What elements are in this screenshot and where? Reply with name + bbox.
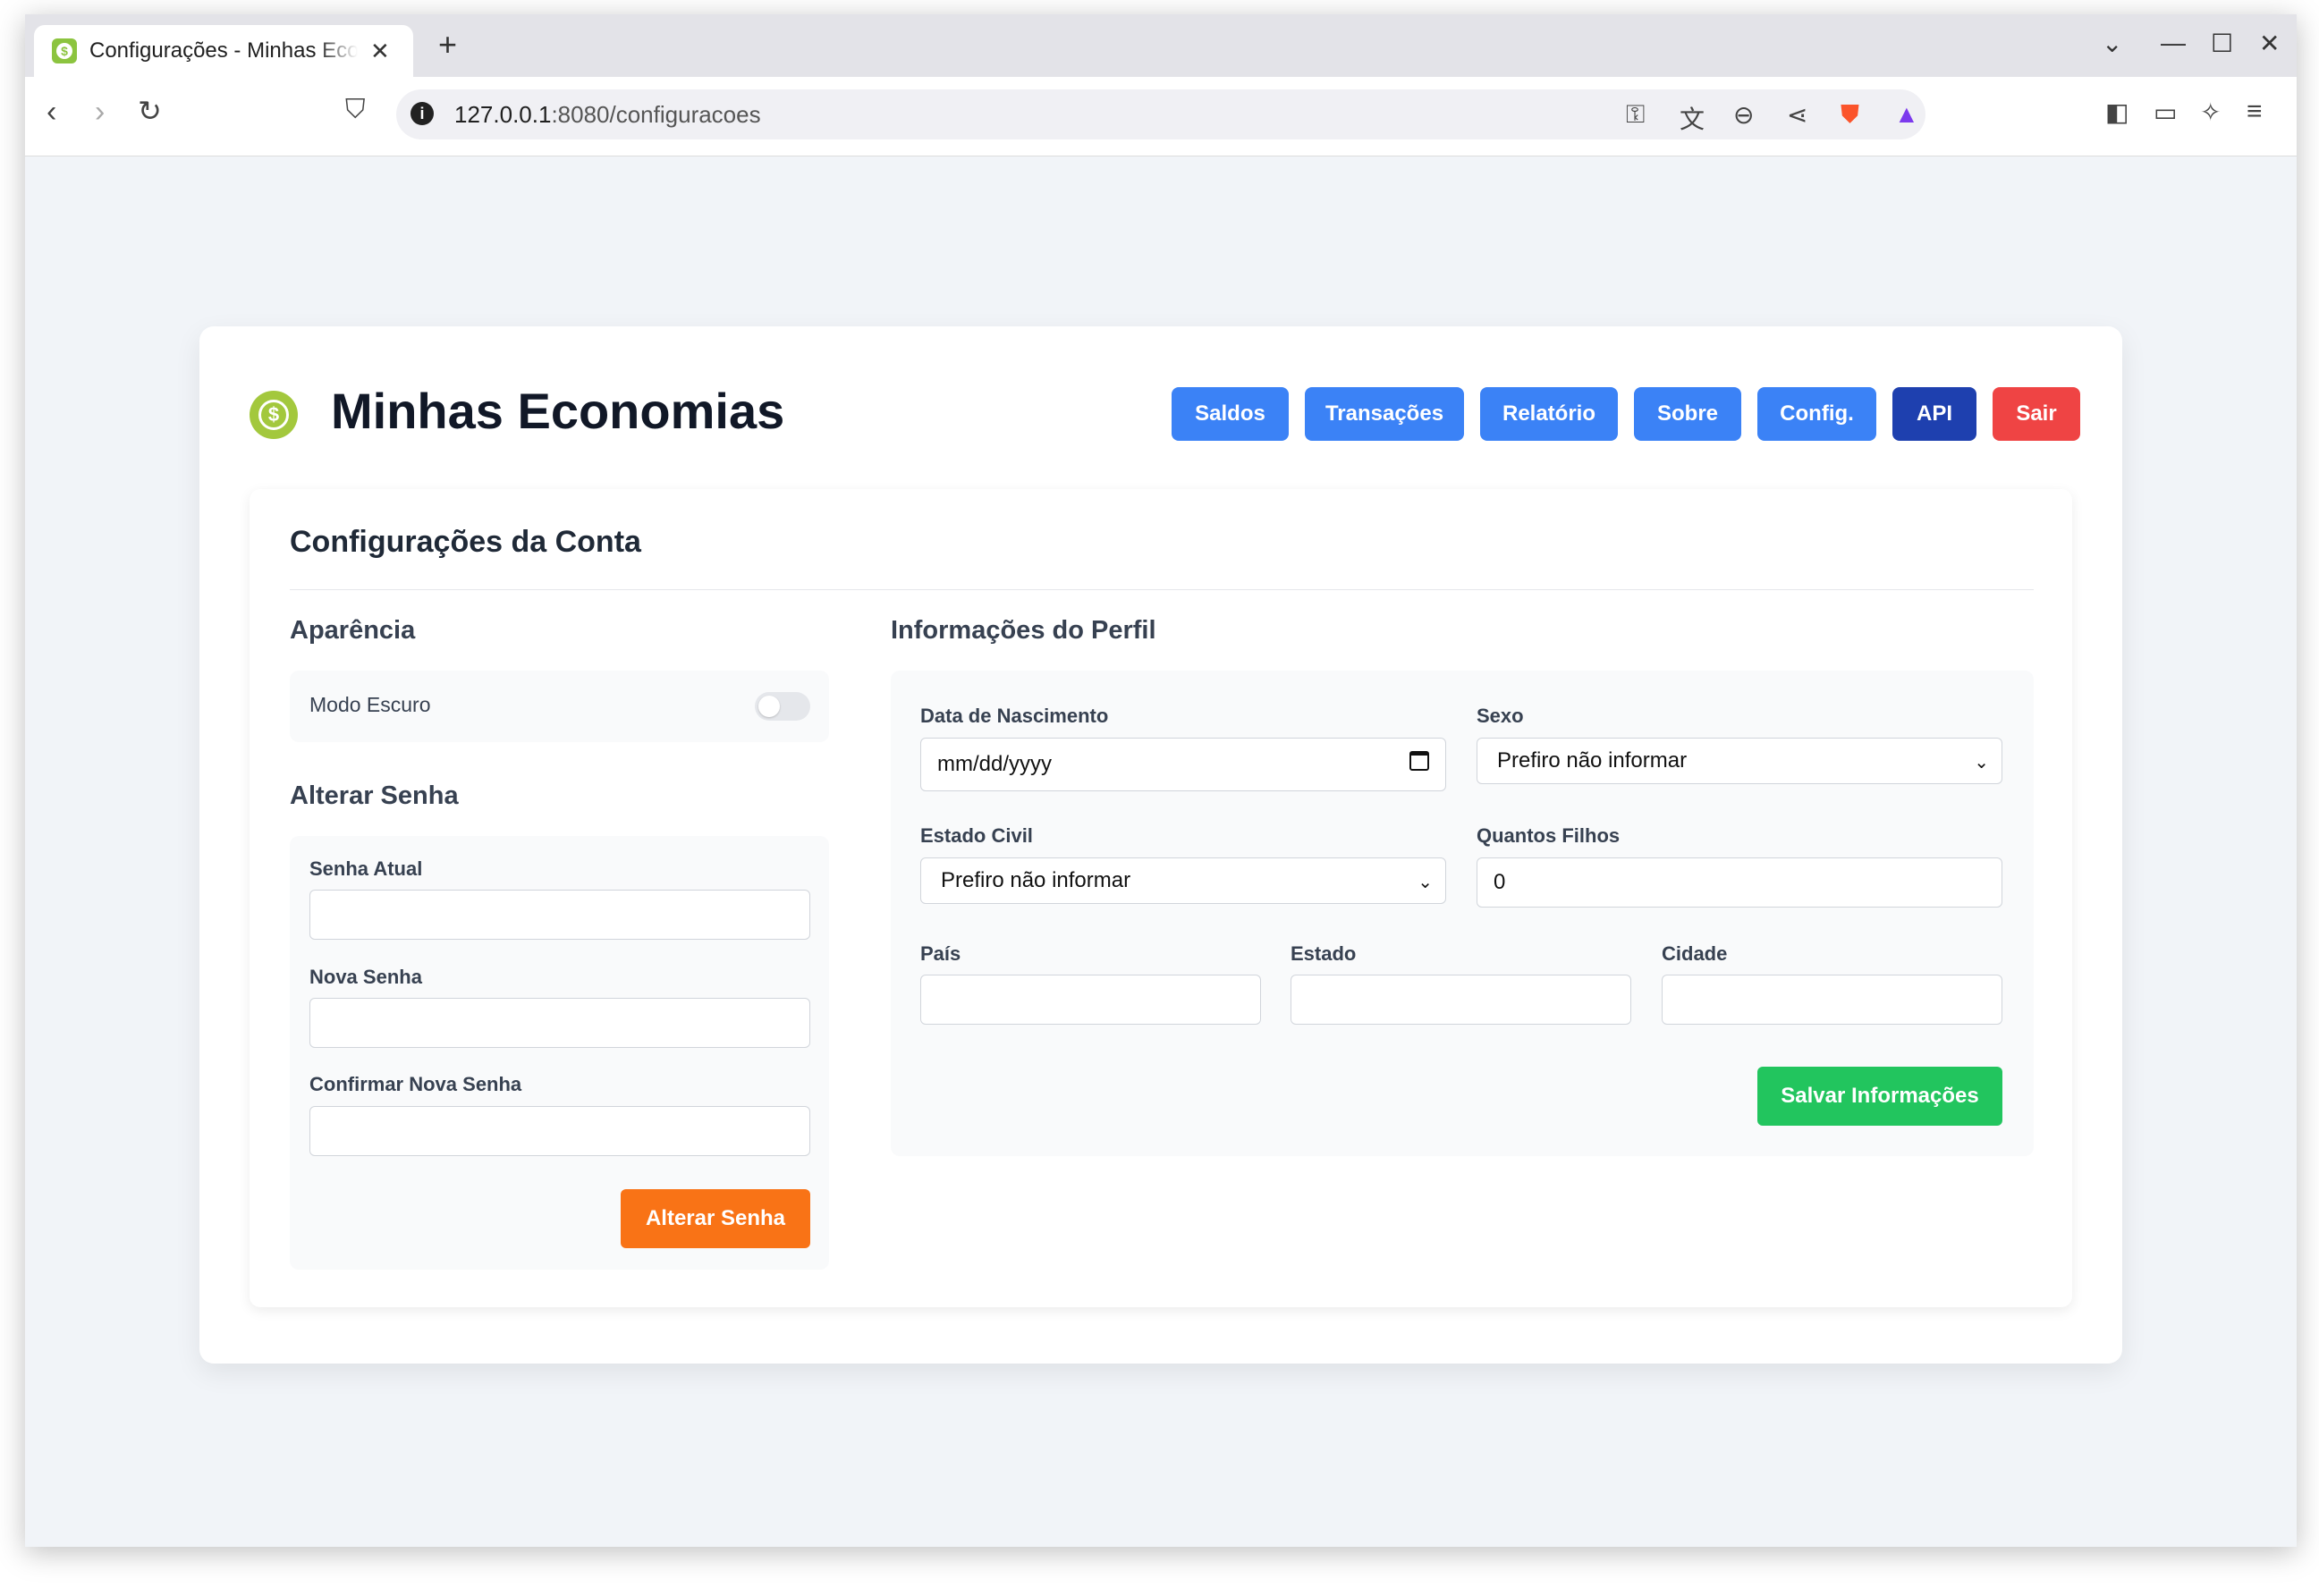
settings-panel: Configurações da Conta Aparência Modo Es… <box>250 489 2072 1307</box>
password-panel: Senha Atual Nova Senha Confirmar Nova Se… <box>290 836 829 1270</box>
brave-rewards-icon[interactable]: ▲ <box>1894 100 1919 129</box>
country-input[interactable] <box>920 975 1261 1025</box>
birth-date-placeholder: mm/dd/yyyy <box>937 752 1053 776</box>
translate-icon[interactable]: 文 <box>1680 100 1705 136</box>
appearance-heading: Aparência <box>290 616 416 645</box>
calendar-icon[interactable] <box>1409 751 1429 771</box>
page-content: $ Minhas Economias Saldos Transações Rel… <box>25 156 2297 1547</box>
divider <box>290 589 2034 590</box>
birth-date-label: Data de Nascimento <box>920 705 1109 727</box>
country-label: País <box>920 942 961 965</box>
profile-panel: Data de Nascimento mm/dd/yyyy Sexo Prefi… <box>891 671 2034 1156</box>
share-icon[interactable]: ⋖ <box>1787 100 1807 130</box>
current-password-input[interactable] <box>309 890 810 940</box>
current-password-label: Senha Atual <box>309 857 423 880</box>
password-heading: Alterar Senha <box>290 781 459 810</box>
favicon-icon: $ <box>52 38 77 63</box>
nav-relatorio-button[interactable]: Relatório <box>1480 387 1618 441</box>
tab-title: Configurações - Minhas Economias <box>89 38 358 63</box>
civil-status-label: Estado Civil <box>920 824 1033 847</box>
logo-icon: $ <box>250 391 298 439</box>
back-icon[interactable]: ‹ <box>47 97 56 127</box>
settings-title: Configurações da Conta <box>290 525 641 559</box>
browser-window: $ Configurações - Minhas Economias ✕ + ⌄… <box>25 14 2297 1547</box>
new-password-input[interactable] <box>309 998 810 1048</box>
menu-icon[interactable]: ≡ <box>2247 98 2263 125</box>
children-value: 0 <box>1494 870 1506 894</box>
sex-label: Sexo <box>1477 705 1524 727</box>
bookmark-icon[interactable]: ⛉ <box>345 97 366 123</box>
chevron-down-icon: ⌄ <box>1974 753 1989 773</box>
tab-close-icon[interactable]: ✕ <box>370 38 390 65</box>
minimize-icon[interactable]: — <box>2161 29 2186 57</box>
children-input[interactable]: 0 <box>1477 857 2002 908</box>
tab-search-icon[interactable]: ⌄ <box>2102 29 2122 58</box>
save-profile-button[interactable]: Salvar Informações <box>1757 1067 2002 1126</box>
key-icon[interactable]: ⚿ <box>1626 100 1645 130</box>
profile-heading: Informações do Perfil <box>891 616 1156 645</box>
wallet-icon[interactable]: ▭ <box>2154 100 2177 125</box>
leo-icon[interactable]: ✧ <box>2200 100 2221 125</box>
browser-toolbar: ‹ › ↻ ⛉ i 127.0.0.1:8080/configuracoes ⚿… <box>25 77 2297 156</box>
maximize-icon[interactable]: ☐ <box>2211 29 2233 58</box>
confirm-password-label: Confirmar Nova Senha <box>309 1073 522 1095</box>
state-label: Estado <box>1291 942 1357 965</box>
address-bar[interactable]: i 127.0.0.1:8080/configuracoes ⚿ 文 ⊖ ⋖ ⛊… <box>396 89 1925 139</box>
forward-icon[interactable]: › <box>95 97 105 127</box>
brave-shields-icon[interactable]: ⛊ <box>1841 100 1859 130</box>
children-label: Quantos Filhos <box>1477 824 1621 847</box>
reload-icon[interactable]: ↻ <box>138 97 162 125</box>
main-card: $ Minhas Economias Saldos Transações Rel… <box>199 326 2122 1364</box>
civil-status-value: Prefiro não informar <box>941 868 1131 892</box>
change-password-button[interactable]: Alterar Senha <box>621 1189 810 1248</box>
nav-saldos-button[interactable]: Saldos <box>1172 387 1289 441</box>
site-info-icon[interactable]: i <box>410 102 434 125</box>
chevron-down-icon: ⌄ <box>1418 873 1433 892</box>
nav-transacoes-button[interactable]: Transações <box>1305 387 1464 441</box>
city-label: Cidade <box>1662 942 1728 965</box>
url-text: 127.0.0.1:8080/configuracoes <box>454 101 761 128</box>
city-input[interactable] <box>1662 975 2002 1025</box>
new-tab-button[interactable]: + <box>438 29 457 61</box>
nav-sobre-button[interactable]: Sobre <box>1634 387 1741 441</box>
dark-mode-toggle[interactable] <box>755 692 810 721</box>
sex-value: Prefiro não informar <box>1497 748 1688 773</box>
civil-status-select[interactable]: Prefiro não informar ⌄ <box>920 857 1446 904</box>
new-password-label: Nova Senha <box>309 966 422 988</box>
confirm-password-input[interactable] <box>309 1106 810 1156</box>
dark-mode-label: Modo Escuro <box>309 693 431 716</box>
zoom-icon[interactable]: ⊖ <box>1733 100 1754 130</box>
nav-config-button[interactable]: Config. <box>1757 387 1876 441</box>
dark-mode-row: Modo Escuro <box>290 671 829 742</box>
sex-select[interactable]: Prefiro não informar ⌄ <box>1477 738 2002 784</box>
sidebar-icon[interactable]: ◧ <box>2105 100 2129 125</box>
window-close-icon[interactable]: ✕ <box>2259 29 2280 58</box>
nav-api-button[interactable]: API <box>1892 387 1976 441</box>
active-tab[interactable]: $ Configurações - Minhas Economias ✕ <box>34 25 413 77</box>
state-input[interactable] <box>1291 975 1631 1025</box>
brand-title: Minhas Economias <box>331 383 785 439</box>
birth-date-input[interactable]: mm/dd/yyyy <box>920 738 1446 791</box>
tab-strip: $ Configurações - Minhas Economias ✕ + ⌄… <box>25 14 2297 77</box>
nav-sair-button[interactable]: Sair <box>1993 387 2080 441</box>
